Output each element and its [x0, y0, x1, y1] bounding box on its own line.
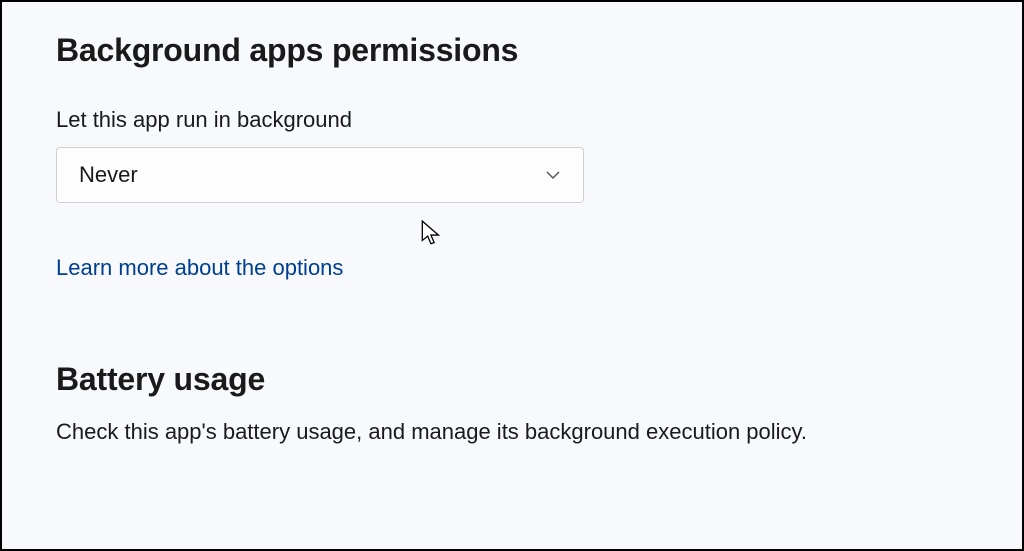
run-in-background-dropdown[interactable]: Never — [56, 147, 584, 203]
battery-usage-description: Check this app's battery usage, and mana… — [56, 416, 936, 448]
background-apps-heading: Background apps permissions — [56, 32, 968, 69]
learn-more-link[interactable]: Learn more about the options — [56, 255, 343, 281]
run-in-background-label: Let this app run in background — [56, 107, 968, 133]
mouse-cursor — [421, 220, 443, 253]
dropdown-selected-value: Never — [79, 162, 138, 188]
battery-usage-heading: Battery usage — [56, 361, 968, 398]
chevron-down-icon — [545, 167, 561, 183]
